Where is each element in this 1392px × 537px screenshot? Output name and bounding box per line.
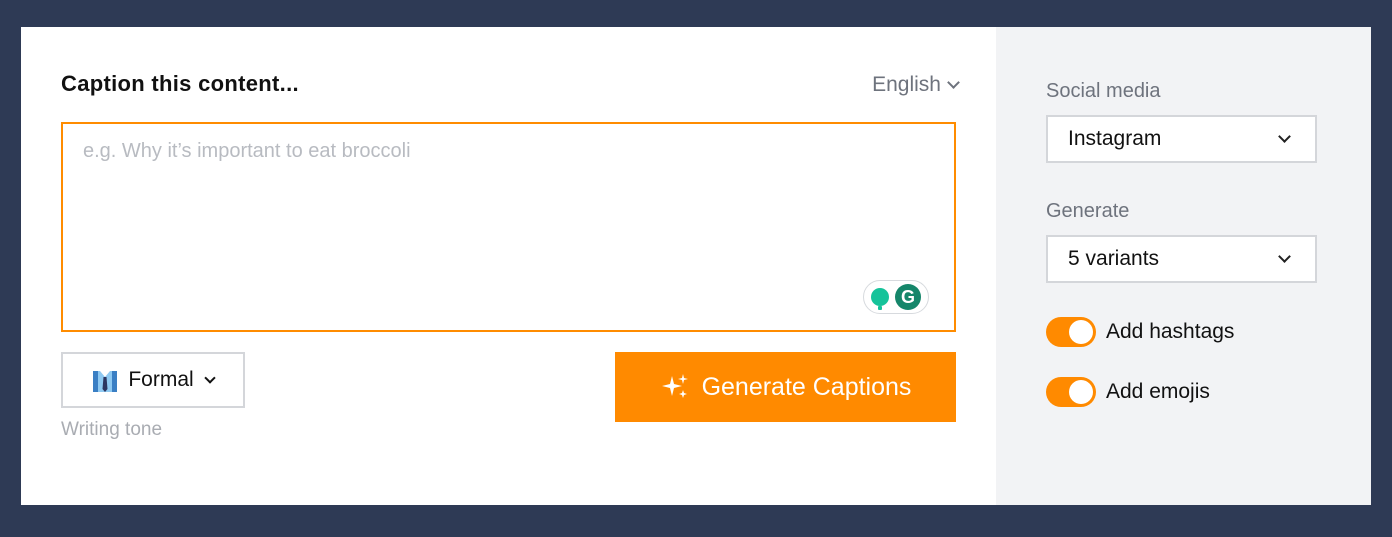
sparkles-icon <box>661 374 688 398</box>
tone-caption: Writing tone <box>61 419 163 440</box>
hashtags-option: Add hashtags <box>1046 317 1234 347</box>
lightbulb-icon <box>871 288 889 310</box>
social-media-label: Social media <box>1046 80 1161 102</box>
caption-generator-card: Caption this content... English G Formal… <box>21 27 1371 505</box>
emojis-toggle[interactable] <box>1046 377 1096 407</box>
chevron-down-icon <box>947 76 960 89</box>
hashtags-toggle[interactable] <box>1046 317 1096 347</box>
tone-dropdown[interactable]: Formal <box>61 352 245 408</box>
generate-captions-label: Generate Captions <box>701 372 912 401</box>
content-input[interactable] <box>63 124 954 330</box>
emojis-option: Add emojis <box>1046 377 1210 407</box>
toggle-knob <box>1069 380 1093 404</box>
social-media-select[interactable]: Instagram <box>1046 115 1317 163</box>
generate-captions-button[interactable]: Generate Captions <box>615 352 956 422</box>
emojis-label: Add emojis <box>1106 380 1210 403</box>
tone-value: Formal <box>128 368 194 391</box>
language-label: English <box>872 73 941 96</box>
chevron-down-icon <box>1278 130 1291 143</box>
content-input-wrapper: G <box>61 122 956 332</box>
formal-shirt-icon <box>93 371 118 392</box>
chevron-down-icon <box>204 371 216 384</box>
grammarly-widget[interactable]: G <box>863 280 929 314</box>
chevron-down-icon <box>1278 250 1291 263</box>
social-media-value: Instagram <box>1068 127 1162 150</box>
settings-sidebar: Social media Instagram Generate 5 varian… <box>996 27 1371 505</box>
generate-count-select[interactable]: 5 variants <box>1046 235 1317 283</box>
grammarly-icon: G <box>895 284 921 310</box>
language-dropdown[interactable]: English <box>872 73 960 97</box>
toggle-knob <box>1069 320 1093 344</box>
hashtags-label: Add hashtags <box>1106 320 1235 343</box>
generate-count-label: Generate <box>1046 200 1130 222</box>
page-title: Caption this content... <box>61 71 299 96</box>
generate-count-value: 5 variants <box>1068 247 1160 270</box>
